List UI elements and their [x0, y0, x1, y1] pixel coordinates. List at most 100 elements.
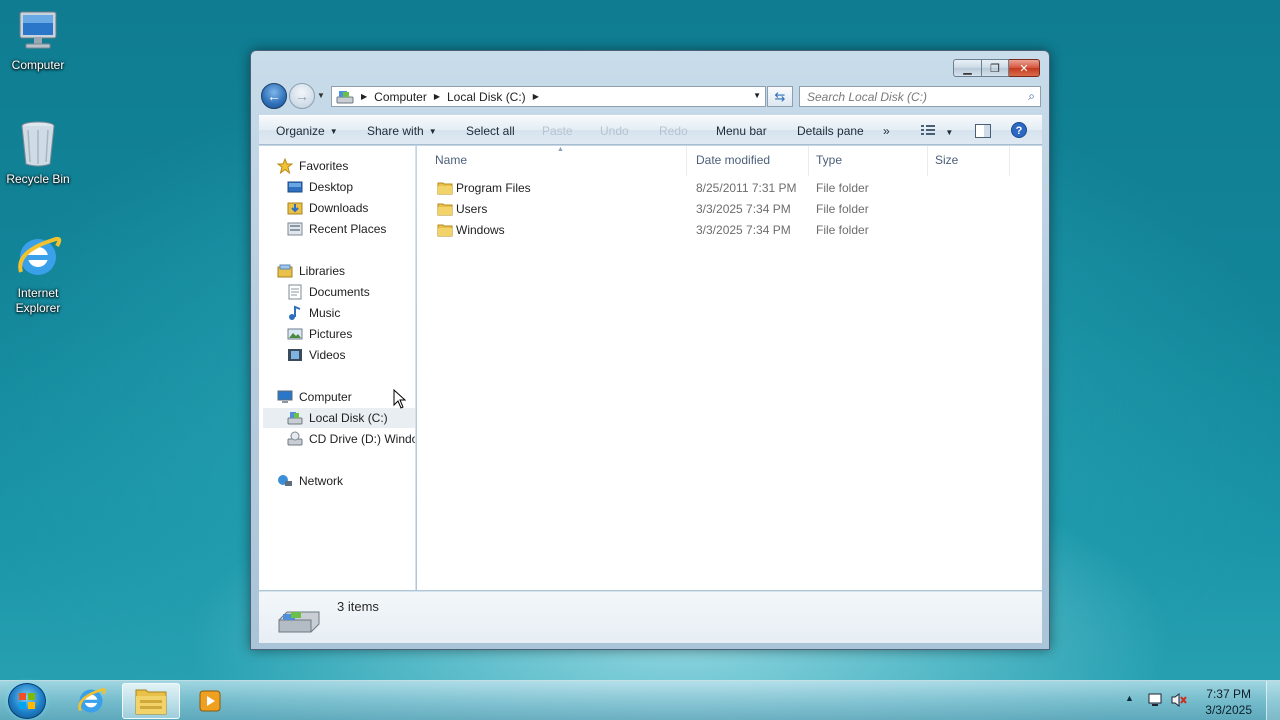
nav-pictures[interactable]: Pictures: [287, 324, 352, 344]
recent-places-icon: [287, 222, 303, 236]
taskbar-media-player[interactable]: [182, 683, 240, 719]
column-header-type[interactable]: Type: [816, 153, 842, 167]
nav-downloads[interactable]: Downloads: [287, 198, 368, 218]
desktop-icon-computer[interactable]: Computer: [0, 10, 76, 73]
address-dropdown-icon[interactable]: ▼: [753, 91, 761, 100]
table-row[interactable]: Users 3/3/2025 7:34 PM File folder: [417, 199, 1042, 219]
nav-computer[interactable]: Computer: [277, 387, 352, 407]
column-divider[interactable]: [1009, 146, 1010, 176]
table-row[interactable]: Windows 3/3/2025 7:34 PM File folder: [417, 220, 1042, 240]
file-type: File folder: [816, 202, 869, 216]
more-commands-button[interactable]: »: [883, 124, 890, 138]
redo-button[interactable]: Redo: [659, 124, 688, 138]
preview-pane-icon: [975, 124, 991, 138]
share-with-label: Share with: [367, 124, 424, 138]
column-divider[interactable]: [808, 146, 809, 176]
share-with-button[interactable]: Share with ▼: [367, 124, 437, 138]
view-options-button[interactable]: ▼: [921, 124, 953, 139]
column-header-date-modified[interactable]: Date modified: [696, 153, 770, 167]
nav-desktop[interactable]: Desktop: [287, 177, 353, 197]
nav-favorites[interactable]: Favorites: [277, 156, 348, 176]
windows-logo-icon: [19, 693, 35, 709]
forward-button[interactable]: →: [289, 83, 315, 109]
nav-label: Music: [309, 306, 341, 320]
menu-bar-button[interactable]: Menu bar: [716, 124, 767, 138]
breadcrumb-separator[interactable]: ▶: [434, 92, 440, 101]
window-controls: ▁ ❐ ✕: [953, 59, 1040, 77]
network-tray-icon[interactable]: [1146, 692, 1164, 711]
computer-icon: [277, 390, 293, 403]
maximize-button[interactable]: ❐: [982, 59, 1009, 77]
folder-icon: [437, 182, 453, 195]
help-button[interactable]: ?: [1011, 122, 1027, 141]
search-placeholder: Search Local Disk (C:): [807, 89, 928, 104]
desktop-icon-internet-explorer[interactable]: Internet Explorer: [0, 232, 76, 316]
show-hidden-icons-button[interactable]: ▲: [1125, 693, 1134, 703]
nav-label: Recent Places: [309, 222, 387, 236]
nav-label: Libraries: [299, 264, 346, 278]
details-pane: 3 items: [259, 591, 1042, 643]
desktop-icon-recycle-bin[interactable]: Recycle Bin: [0, 120, 76, 187]
windows-explorer-icon: [135, 689, 167, 715]
undo-button[interactable]: Undo: [600, 124, 629, 138]
nav-videos[interactable]: Videos: [287, 345, 345, 365]
videos-icon: [288, 349, 302, 361]
paste-button[interactable]: Paste: [542, 124, 573, 138]
breadcrumb-computer[interactable]: Computer: [374, 90, 427, 104]
nav-label: Network: [299, 474, 344, 488]
show-desktop-button[interactable]: [1266, 681, 1280, 720]
desktop-icon-label: Recycle Bin: [6, 172, 70, 186]
nav-libraries[interactable]: Libraries: [277, 261, 345, 281]
nav-label: CD Drive (D:) Windo: [309, 432, 416, 446]
volume-tray-icon[interactable]: [1170, 692, 1188, 711]
nav-cd-drive[interactable]: CD Drive (D:) Windo: [287, 429, 416, 449]
file-date: 8/25/2011 7:31 PM: [696, 181, 797, 195]
column-divider[interactable]: [927, 146, 928, 176]
breadcrumb-separator[interactable]: ▶: [533, 92, 539, 101]
select-all-button[interactable]: Select all: [466, 124, 515, 138]
forward-arrow-icon: →: [295, 88, 309, 104]
drive-large-icon: [278, 611, 320, 633]
minimize-button[interactable]: ▁: [953, 59, 982, 77]
desktop-folder-icon: [287, 181, 303, 193]
nav-music[interactable]: Music: [287, 303, 340, 323]
back-arrow-icon: ←: [267, 88, 281, 104]
desktop-icon-label-line1: Internet: [17, 286, 59, 300]
taskbar-internet-explorer[interactable]: [62, 683, 120, 719]
refresh-button[interactable]: ⇆: [767, 86, 793, 107]
documents-icon: [288, 284, 302, 300]
details-pane-button[interactable]: Details pane: [797, 124, 864, 138]
search-icon[interactable]: ⌕: [1028, 89, 1035, 104]
file-name: Program Files: [456, 181, 531, 195]
chevron-down-icon: ▼: [329, 127, 338, 136]
pictures-icon: [287, 328, 303, 340]
preview-pane-button[interactable]: [975, 124, 991, 141]
search-input[interactable]: Search Local Disk (C:) ⌕: [799, 86, 1041, 107]
drive-icon: [336, 90, 354, 103]
command-bar: Organize ▼ Share with ▼ Select all Paste U…: [259, 115, 1042, 145]
close-button[interactable]: ✕: [1009, 59, 1040, 77]
organize-button[interactable]: Organize ▼: [276, 124, 338, 138]
nav-local-disk[interactable]: Local Disk (C:): [263, 408, 415, 428]
recent-pages-dropdown[interactable]: ▼: [317, 91, 325, 100]
nav-recent-places[interactable]: Recent Places: [287, 219, 386, 239]
navigation-pane: Favorites Desktop Downloads Recent Place…: [259, 146, 416, 590]
start-button[interactable]: [8, 683, 46, 719]
breadcrumb-local-disk[interactable]: Local Disk (C:): [447, 90, 526, 104]
column-header-size[interactable]: Size: [935, 153, 958, 167]
nav-network[interactable]: Network: [277, 471, 343, 491]
taskbar-windows-explorer[interactable]: [122, 683, 180, 719]
mouse-cursor-icon: [393, 389, 407, 409]
media-player-icon: [199, 690, 221, 712]
nav-label: Videos: [309, 348, 346, 362]
chevron-down-icon: ▼: [428, 127, 437, 136]
back-button[interactable]: ←: [261, 83, 287, 109]
nav-label: Documents: [309, 285, 370, 299]
column-divider[interactable]: [686, 146, 687, 176]
nav-documents[interactable]: Documents: [287, 282, 370, 302]
table-row[interactable]: Program Files 8/25/2011 7:31 PM File fol…: [417, 178, 1042, 198]
column-header-name[interactable]: Name: [435, 153, 467, 167]
system-clock[interactable]: 7:37 PM 3/3/2025: [1205, 686, 1252, 718]
address-bar[interactable]: ▶ Computer ▶ Local Disk (C:) ▶ ▼: [331, 86, 766, 107]
breadcrumb-separator[interactable]: ▶: [361, 92, 367, 101]
